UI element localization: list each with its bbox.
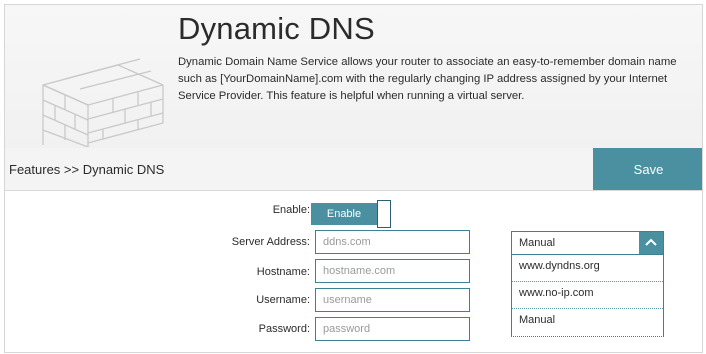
server-address-label: Server Address: xyxy=(231,236,310,248)
page-frame: Dynamic DNS Dynamic Domain Name Service … xyxy=(4,4,703,353)
enable-toggle[interactable]: Enable xyxy=(311,200,391,228)
hostname-input[interactable] xyxy=(315,259,470,283)
brick-wall-icon xyxy=(42,58,164,147)
username-label: Username: xyxy=(256,294,310,306)
server-dropdown-selected[interactable]: Manual xyxy=(511,231,664,255)
dropdown-option-noip[interactable]: www.no-ip.com xyxy=(512,282,663,309)
password-input[interactable] xyxy=(315,317,470,341)
toggle-knob[interactable] xyxy=(377,200,391,228)
enable-toggle-label: Enable xyxy=(311,203,377,225)
password-label: Password: xyxy=(258,323,310,335)
save-button[interactable]: Save xyxy=(593,148,702,190)
page-description: Dynamic Domain Name Service allows your … xyxy=(178,56,677,102)
page-header: Dynamic DNS Dynamic Domain Name Service … xyxy=(5,5,702,149)
toolbar: Features >> Dynamic DNS Save xyxy=(5,148,702,191)
dropdown-option-dyndns[interactable]: www.dyndns.org xyxy=(512,255,663,282)
server-dropdown[interactable]: Manual www.dyndns.org www.no-ip.com Manu… xyxy=(511,231,664,341)
server-dropdown-list: www.dyndns.org www.no-ip.com Manual xyxy=(511,255,664,337)
hostname-label: Hostname: xyxy=(256,266,310,278)
chevron-up-icon[interactable] xyxy=(639,232,663,254)
breadcrumb: Features >> Dynamic DNS xyxy=(9,162,165,177)
page-title: Dynamic DNS xyxy=(178,11,375,46)
enable-label: Enable: xyxy=(272,204,310,216)
server-dropdown-value: Manual xyxy=(519,237,556,249)
username-input[interactable] xyxy=(315,288,470,312)
dropdown-option-manual[interactable]: Manual xyxy=(512,309,663,336)
server-address-input[interactable] xyxy=(315,230,470,254)
